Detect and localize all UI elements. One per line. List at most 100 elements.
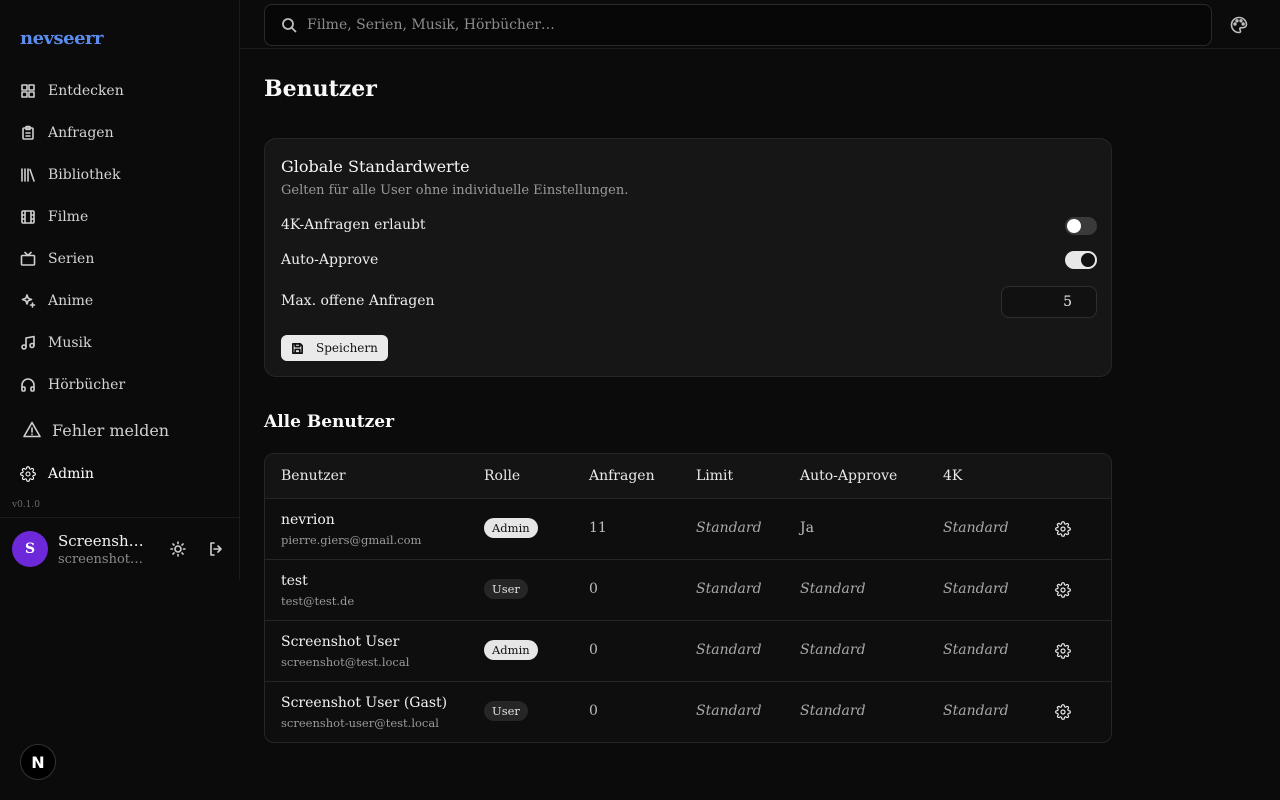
user-email-cell: screenshot-user@test.local (281, 716, 439, 730)
music-icon (20, 335, 36, 351)
requests-cell: 0 (589, 642, 598, 658)
role-badge: Admin (484, 640, 538, 660)
requests-cell: 0 (589, 581, 598, 597)
sidebar: nevseerr Entdecken Anfragen Bibliothek F… (0, 0, 240, 580)
theme-toggle-button[interactable] (166, 537, 190, 561)
auto-approve-toggle[interactable] (1065, 251, 1097, 269)
gear-icon (1055, 521, 1071, 541)
gear-icon (1055, 582, 1071, 602)
user-email-cell: test@test.de (281, 594, 355, 608)
sidebar-item-bibliothek[interactable]: Bibliothek (8, 154, 232, 196)
sidebar-item-filme[interactable]: Filme (8, 196, 232, 238)
max-requests-label: Max. offene Anfragen (281, 293, 435, 309)
film-icon (20, 209, 36, 225)
table-header: Benutzer Rolle Anfragen Limit Auto-Appro… (265, 454, 1111, 499)
sidebar-item-serien[interactable]: Serien (8, 238, 232, 280)
search-input[interactable] (307, 17, 1167, 33)
auto-approve-cell: Standard (800, 642, 866, 658)
gear-icon (20, 466, 36, 482)
column-header-4k: 4K (943, 468, 963, 484)
sidebar-item-label: Anfragen (48, 125, 114, 141)
requests-cell: 0 (589, 703, 598, 719)
warning-icon (23, 421, 41, 438)
report-bug-label: Fehler melden (52, 420, 170, 440)
card-title: Globale Standardwerte (281, 157, 470, 176)
sidebar-item-label: Admin (48, 466, 94, 482)
k4-label: 4K-Anfragen erlaubt (281, 217, 426, 233)
save-icon (292, 342, 303, 354)
user-name: Screenshot … (58, 531, 152, 550)
sidebar-item-label: Filme (48, 209, 89, 225)
card-subtitle: Gelten für alle User ohne individuelle E… (281, 183, 629, 198)
palette-icon (1230, 16, 1248, 34)
search-box[interactable] (264, 4, 1212, 46)
clipboard-icon (20, 125, 36, 141)
role-badge: Admin (484, 518, 538, 538)
table-row: Screenshot User screenshot@test.local Admi… (265, 621, 1111, 682)
all-users-title: Alle Benutzer (264, 412, 395, 432)
requests-cell: 11 (589, 520, 607, 536)
save-button[interactable]: Speichern (281, 335, 388, 361)
sidebar-item-admin[interactable]: Admin (20, 466, 94, 482)
avatar[interactable]: S (12, 531, 48, 567)
save-label: Speichern (316, 341, 378, 355)
sidebar-item-label: Musik (48, 335, 92, 351)
global-defaults-card: Globale Standardwerte Gelten für alle Us… (264, 138, 1112, 377)
limit-cell: Standard (696, 520, 762, 536)
sidebar-item-musik[interactable]: Musik (8, 322, 232, 364)
user-settings-button[interactable] (1055, 643, 1071, 659)
user-email-cell: pierre.giers@gmail.com (281, 533, 422, 547)
user-footer: S Screenshot … screenshot@t… (0, 517, 239, 580)
sidebar-item-label: Bibliothek (48, 167, 121, 183)
report-bug-button[interactable]: Fehler melden (22, 420, 169, 440)
sidebar-item-label: Anime (48, 293, 94, 309)
users-table: Benutzer Rolle Anfragen Limit Auto-Appro… (264, 453, 1112, 743)
column-header-requests: Anfragen (589, 468, 655, 484)
sidebar-item-label: Entdecken (48, 83, 124, 99)
auto-approve-label: Auto-Approve (281, 252, 379, 268)
max-requests-input[interactable] (1001, 286, 1097, 318)
auto-approve-cell: Standard (800, 581, 866, 597)
user-name-cell: Screenshot User (281, 634, 400, 650)
k4-cell: Standard (943, 520, 1009, 536)
logout-button[interactable] (204, 537, 228, 561)
page-title: Benutzer (264, 76, 377, 102)
theme-palette-button[interactable] (1230, 16, 1248, 34)
auto-approve-cell: Standard (800, 703, 866, 719)
sidebar-item-hoerbuecher[interactable]: Hörbücher (8, 364, 232, 406)
sidebar-item-anfragen[interactable]: Anfragen (8, 112, 232, 154)
column-header-user: Benutzer (281, 468, 346, 484)
table-row: Screenshot User (Gast) screenshot-user@te… (265, 682, 1111, 742)
limit-cell: Standard (696, 703, 762, 719)
role-badge: User (484, 579, 528, 599)
app-logo[interactable]: nevseerr (20, 28, 104, 49)
k4-cell: Standard (943, 581, 1009, 597)
search-icon (282, 18, 297, 33)
sparkles-icon (20, 293, 36, 309)
user-settings-button[interactable] (1055, 521, 1071, 537)
sidebar-item-anime[interactable]: Anime (8, 280, 232, 322)
dev-tools-badge[interactable]: N (20, 744, 56, 780)
role-badge: User (484, 701, 528, 721)
sidebar-item-label: Hörbücher (48, 377, 126, 393)
user-email-cell: screenshot@test.local (281, 655, 410, 669)
headphones-icon (20, 377, 36, 393)
user-name-cell: test (281, 573, 308, 589)
user-settings-button[interactable] (1055, 704, 1071, 720)
k4-cell: Standard (943, 703, 1009, 719)
auto-approve-cell: Ja (800, 520, 814, 536)
sidebar-item-entdecken[interactable]: Entdecken (8, 70, 232, 112)
logout-icon (210, 542, 222, 556)
k4-cell: Standard (943, 642, 1009, 658)
limit-cell: Standard (696, 642, 762, 658)
user-name-cell: Screenshot User (Gast) (281, 695, 448, 711)
k4-toggle[interactable] (1065, 217, 1097, 235)
column-header-role: Rolle (484, 468, 521, 484)
library-icon (20, 167, 36, 183)
user-settings-button[interactable] (1055, 582, 1071, 598)
user-email: screenshot@t… (58, 551, 152, 567)
sidebar-nav: Entdecken Anfragen Bibliothek Filme Seri… (8, 70, 232, 406)
grid-icon (20, 83, 36, 99)
limit-cell: Standard (696, 581, 762, 597)
column-header-limit: Limit (696, 468, 734, 484)
